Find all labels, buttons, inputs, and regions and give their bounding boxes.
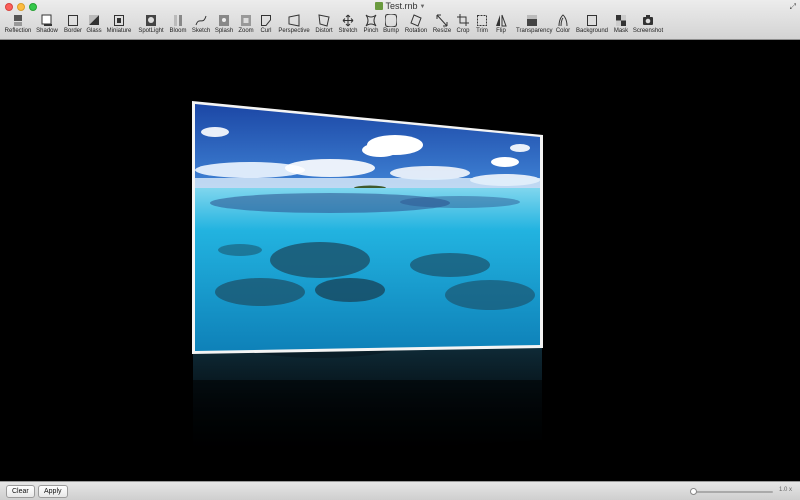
fullscreen-icon[interactable]: ⤢	[790, 2, 796, 12]
preview-image	[192, 101, 543, 460]
splash-icon	[218, 14, 230, 27]
tool-color[interactable]: Color	[547, 13, 579, 39]
clear-button[interactable]: Clear	[6, 485, 35, 498]
tool-label: Color	[555, 28, 571, 34]
tool-label: Miniature	[106, 28, 132, 34]
zoom-slider-track[interactable]	[693, 491, 773, 493]
reflection-icon	[12, 14, 24, 27]
color-icon	[557, 14, 569, 27]
tool-miniature[interactable]: Miniature	[103, 13, 135, 39]
zoom-slider-knob[interactable]	[690, 488, 697, 495]
spotlight-icon	[145, 14, 157, 27]
tool-background[interactable]: Background	[576, 13, 608, 39]
tool-label: Screenshot	[632, 28, 664, 34]
tool-label: Transparency	[516, 28, 553, 34]
bump-icon	[385, 14, 397, 27]
window-titlebar: Test.rnb ▼ ⤢ Reflection Shadow Border Glass M…	[0, 0, 800, 40]
tool-label: Reflection	[4, 28, 32, 34]
distort-icon	[318, 14, 330, 27]
sketch-icon	[195, 14, 207, 27]
rotation-icon	[410, 14, 422, 27]
image-canvas[interactable]	[0, 40, 800, 481]
shadow-icon	[41, 14, 53, 27]
bottom-bar: Clear Apply 1.0 x	[0, 481, 800, 500]
tool-perspective[interactable]: Perspective	[278, 13, 310, 39]
miniature-icon	[113, 14, 125, 27]
curl-icon	[260, 14, 272, 27]
document-icon	[374, 2, 383, 10]
tool-reflection[interactable]: Reflection	[2, 13, 34, 39]
apply-button[interactable]: Apply	[38, 485, 68, 498]
transparency-icon	[526, 14, 538, 27]
tool-label: Background	[576, 28, 609, 34]
chevron-down-icon: ▼	[419, 4, 426, 10]
perspective-icon	[288, 14, 300, 27]
bloom-icon	[172, 14, 184, 27]
background-icon	[586, 14, 598, 27]
tool-label: Flip	[496, 28, 506, 34]
tool-label: Perspective	[278, 28, 310, 34]
stretch-icon	[342, 14, 354, 27]
camera-icon	[642, 14, 654, 27]
glass-icon	[88, 14, 100, 27]
window-title[interactable]: Test.rnb ▼	[0, 1, 800, 12]
tool-screenshot[interactable]: Screenshot	[632, 13, 664, 39]
mask-icon	[615, 14, 627, 27]
effects-toolbar: Reflection Shadow Border Glass Miniature Spot…	[0, 13, 800, 39]
window-title-text: Test.rnb	[385, 1, 418, 11]
zoom-label: 1.0 x	[779, 487, 793, 493]
tool-flip[interactable]: Flip	[485, 13, 517, 39]
tool-transparency[interactable]: Transparency	[516, 13, 553, 39]
flip-icon	[495, 14, 507, 27]
